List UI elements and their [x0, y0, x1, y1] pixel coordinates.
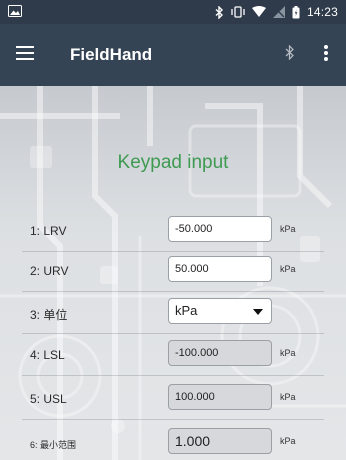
lrv-input[interactable]: -50.000 — [168, 216, 272, 242]
unit-select-value: kPa — [175, 303, 198, 318]
min-span-unit: kPa — [280, 436, 296, 446]
hamburger-menu-button[interactable] — [0, 24, 50, 86]
lsl-unit: kPa — [280, 348, 296, 358]
lrv-row: 1: LRV -50.000 kPa — [0, 212, 346, 252]
bluetooth-button[interactable] — [270, 24, 310, 86]
bluetooth-icon — [215, 5, 224, 19]
more-options-button[interactable] — [310, 24, 342, 86]
row-divider — [22, 291, 324, 292]
status-time: 14:23 — [306, 5, 338, 19]
unit-row: 3: 单位 kPa — [0, 294, 346, 334]
urv-unit: kPa — [280, 264, 296, 274]
no-signal-icon — [272, 6, 285, 18]
lsl-label: 4: LSL — [30, 348, 65, 362]
row-divider — [22, 333, 324, 334]
dropdown-arrow-icon — [253, 309, 263, 315]
urv-label: 2: URV — [30, 264, 69, 278]
lsl-row: 4: LSL -100.000 kPa — [0, 336, 346, 376]
hamburger-menu-icon — [16, 45, 34, 65]
row-divider — [22, 419, 324, 420]
min-span-row: 6: 最小范围 1.000 kPa — [0, 424, 346, 460]
bluetooth-icon — [285, 44, 295, 65]
min-span-value: 1.000 — [168, 428, 272, 454]
more-vertical-icon — [324, 44, 328, 66]
lsl-value: -100.000 — [168, 340, 272, 366]
wifi-icon — [251, 6, 266, 18]
unit-select[interactable]: kPa — [168, 298, 272, 324]
status-bar: 14:23 — [0, 0, 346, 24]
min-span-label: 6: 最小范围 — [30, 440, 77, 450]
lrv-label: 1: LRV — [30, 224, 67, 238]
vibrate-icon — [231, 6, 245, 18]
usl-label: 5: USL — [30, 392, 67, 406]
keypad-input-heading: Keypad input — [117, 152, 229, 173]
usl-unit: kPa — [280, 392, 296, 402]
content-area: Keypad input 1: LRV -50.000 kPa 2: URV 5… — [0, 86, 346, 460]
urv-row: 2: URV 50.000 kPa — [0, 252, 346, 292]
battery-icon — [292, 5, 300, 19]
usl-row: 5: USL 100.000 kPa — [0, 380, 346, 420]
urv-input[interactable]: 50.000 — [168, 256, 272, 282]
app-bar: FieldHand — [0, 24, 346, 86]
row-divider — [22, 375, 324, 376]
gallery-icon — [8, 4, 22, 20]
lrv-unit: kPa — [280, 224, 296, 234]
app-title: FieldHand — [70, 45, 153, 64]
unit-label: 3: 单位 — [30, 308, 68, 322]
usl-value: 100.000 — [168, 384, 272, 410]
